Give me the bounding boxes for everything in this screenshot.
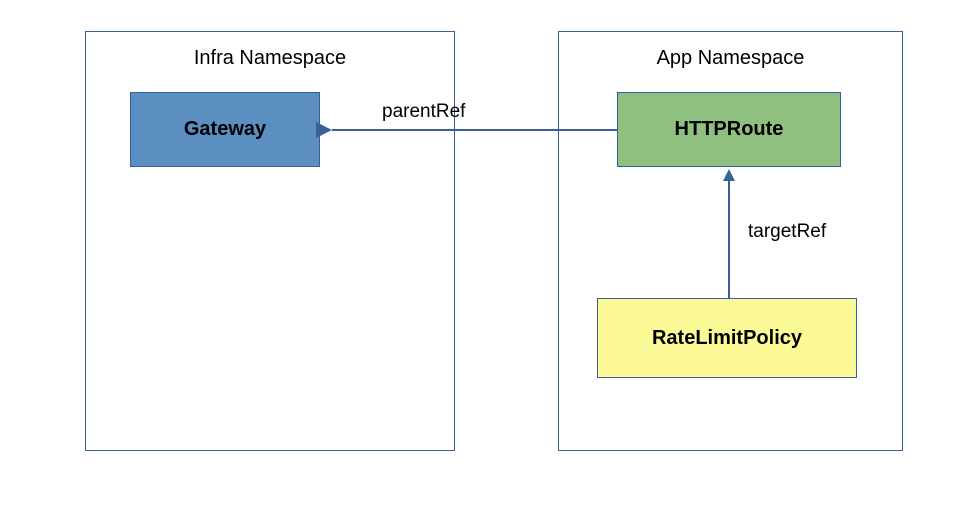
ratelimitpolicy-node: RateLimitPolicy (597, 298, 857, 378)
parentref-label: parentRef (382, 101, 465, 123)
httproute-label: HTTPRoute (675, 118, 784, 141)
gateway-node: Gateway (130, 92, 320, 167)
app-namespace-title: App Namespace (559, 47, 902, 70)
infra-namespace-title: Infra Namespace (86, 47, 454, 70)
targetref-label: targetRef (748, 221, 826, 243)
ratelimitpolicy-label: RateLimitPolicy (652, 327, 802, 350)
gateway-label: Gateway (184, 118, 266, 141)
httproute-node: HTTPRoute (617, 92, 841, 167)
